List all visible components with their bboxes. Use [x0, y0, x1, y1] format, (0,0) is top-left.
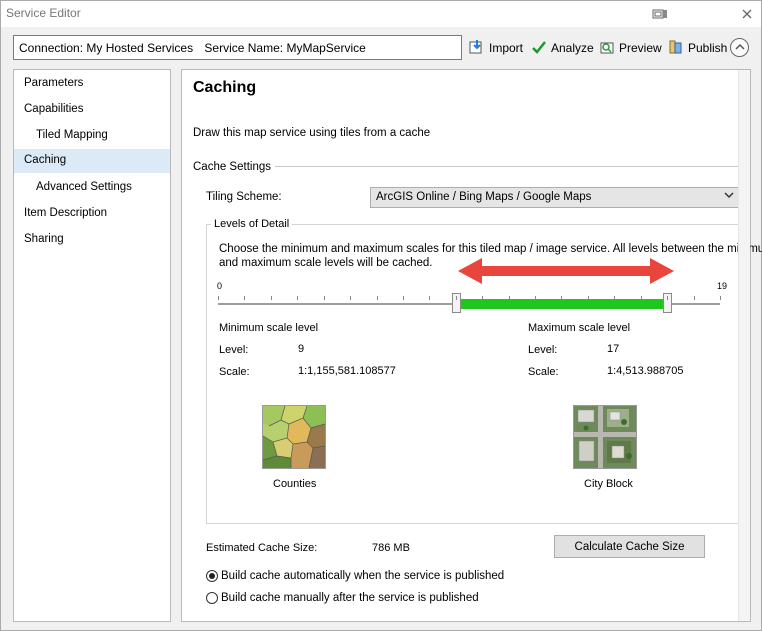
estimated-cache-size-label: Estimated Cache Size:: [206, 542, 318, 554]
preview-button[interactable]: Preview: [599, 38, 662, 58]
service-editor-window: Service Editor Connection: My Hosted Ser…: [0, 0, 762, 631]
lod-instructions-line1: Choose the minimum and maximum scales fo…: [219, 243, 762, 255]
slider-tick: [667, 296, 668, 300]
max-level-label: Level:: [528, 344, 558, 356]
tiling-scheme-select[interactable]: ArcGIS Online / Bing Maps / Google Maps: [370, 187, 740, 208]
radio-manual[interactable]: [206, 592, 218, 604]
slider-tick: [614, 296, 615, 300]
slider-selected-range: [460, 299, 667, 309]
min-level-value: 9: [298, 343, 305, 355]
city-block-map-thumbnail: [573, 405, 637, 469]
sidebar-item-parameters[interactable]: Parameters: [14, 72, 170, 96]
slider-tick: [482, 296, 483, 300]
import-icon: [469, 39, 485, 58]
collapse-button[interactable]: [730, 38, 749, 57]
levels-of-detail-legend: Levels of Detail: [211, 218, 293, 230]
build-cache-manual-option[interactable]: Build cache manually after the service i…: [206, 592, 479, 604]
analyze-button[interactable]: Analyze: [531, 38, 594, 58]
min-scale-value: 1:1,155,581.108577: [298, 365, 396, 377]
caching-description: Draw this map service using tiles from a…: [193, 127, 431, 139]
max-scale-title: Maximum scale level: [528, 322, 631, 334]
slider-tick: [509, 296, 510, 300]
slider-tick: [403, 296, 404, 300]
connection-info: Connection: My Hosted Services Service N…: [13, 35, 462, 60]
chevron-up-icon: [734, 42, 745, 54]
estimated-cache-size-value: 786 MB: [372, 542, 410, 554]
dock-icon[interactable]: [651, 5, 669, 23]
import-button[interactable]: Import: [469, 38, 523, 58]
vertical-scrollbar[interactable]: [738, 70, 750, 621]
publish-button[interactable]: Publish: [668, 38, 727, 58]
lod-instructions-line2: and maximum scale levels will be cached.: [219, 257, 433, 269]
slider-tick: [641, 296, 642, 300]
page-title: Caching: [193, 79, 257, 96]
tiling-scheme-label: Tiling Scheme:: [206, 191, 282, 203]
slider-tick: [350, 296, 351, 300]
slider-tick: [429, 296, 430, 300]
counties-caption: Counties: [273, 478, 317, 490]
title-bar: Service Editor: [1, 1, 761, 27]
city-block-caption: City Block: [584, 478, 633, 490]
radio-auto[interactable]: [206, 570, 218, 582]
slider-tick: [588, 296, 589, 300]
sidebar-item-tiled-mapping[interactable]: Tiled Mapping: [14, 124, 170, 148]
sidebar: Parameters Capabilities Tiled Mapping Ca…: [13, 69, 171, 622]
slider-tick: [297, 296, 298, 300]
slider-tick: [561, 296, 562, 300]
counties-map-thumbnail: [262, 405, 326, 469]
slider-tick: [244, 296, 245, 300]
close-icon[interactable]: [738, 5, 756, 23]
sidebar-item-caching[interactable]: Caching: [14, 149, 170, 173]
min-scale-title: Minimum scale level: [219, 322, 319, 334]
min-scale-label: Scale:: [219, 366, 250, 378]
connection-label: Connection: My Hosted Services: [19, 41, 194, 55]
slider-tick: [324, 296, 325, 300]
publish-icon: [668, 39, 684, 58]
service-name-label: Service Name: MyMapService: [204, 41, 366, 55]
sidebar-item-item-description[interactable]: Item Description: [14, 202, 170, 226]
max-level-value: 17: [607, 343, 620, 355]
preview-icon: [599, 39, 615, 58]
max-scale-label: Scale:: [528, 366, 559, 378]
cache-settings-label: Cache Settings: [193, 161, 271, 173]
slider-tick: [218, 296, 219, 300]
sidebar-item-sharing[interactable]: Sharing: [14, 228, 170, 252]
slider-tick: [271, 296, 272, 300]
slider-tick: [535, 296, 536, 300]
slider-tick: [377, 296, 378, 300]
build-cache-auto-option[interactable]: Build cache automatically when the servi…: [206, 570, 504, 582]
calculate-cache-size-button[interactable]: Calculate Cache Size: [554, 535, 705, 558]
scale-range-slider[interactable]: [218, 280, 726, 320]
min-level-label: Level:: [219, 344, 249, 356]
window-title: Service Editor: [6, 6, 81, 20]
sidebar-item-advanced-settings[interactable]: Advanced Settings: [14, 176, 170, 200]
slider-tick: [456, 296, 457, 300]
chevron-down-icon: [724, 191, 734, 202]
slider-tick: [694, 296, 695, 300]
max-scale-value: 1:4,513.988705: [607, 365, 684, 377]
slider-tick: [720, 296, 721, 300]
section-divider: [275, 166, 739, 167]
caching-panel: Caching Draw this map service using tile…: [181, 69, 762, 622]
checkmark-icon: [531, 39, 547, 58]
sidebar-item-capabilities[interactable]: Capabilities: [14, 98, 170, 122]
